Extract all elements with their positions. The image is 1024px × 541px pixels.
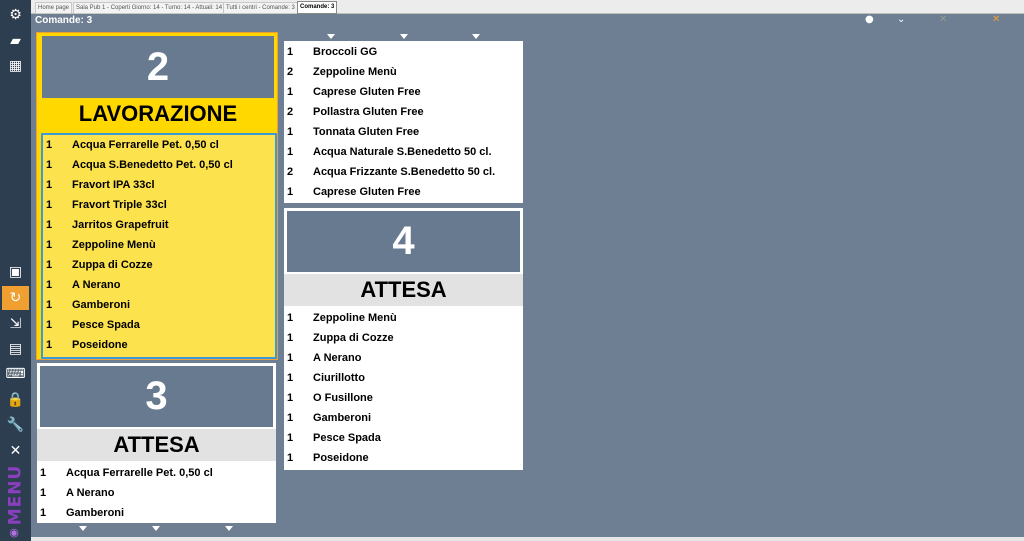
list-item[interactable]: 1 Fravort IPA 33cl xyxy=(43,175,275,195)
order-items: 1 Acqua Ferrarelle Pet. 0,50 cl 1A Nerano… xyxy=(37,463,276,523)
list-item[interactable]: 1 Gamberoni xyxy=(43,295,275,315)
order-number: 3 xyxy=(40,366,273,427)
list-item[interactable]: 2 Acqua Frizzante S.Benedetto 50 cl. xyxy=(284,162,523,182)
list-item[interactable]: 1 Gamberoni xyxy=(37,503,276,523)
tab-tutti-centri[interactable]: Tutti i centri - Comande: 3 xyxy=(223,2,298,14)
order-status: ATTESA xyxy=(284,274,523,306)
close-icon[interactable]: ✕ xyxy=(2,439,29,463)
calculator-icon[interactable]: ▤ xyxy=(2,337,29,361)
chevron-down-icon[interactable]: ⌄ xyxy=(897,14,905,25)
list-item[interactable]: 1 Acqua Ferrarelle Pet. 0,50 cl xyxy=(43,135,275,155)
list-item[interactable]: 1 Poseidone xyxy=(43,335,275,355)
menu-button[interactable]: MENU xyxy=(2,465,29,526)
order-items: 1 Acqua Ferrarelle Pet. 0,50 cl 1 Acqua S.… xyxy=(41,133,277,359)
tab-home[interactable]: Home page xyxy=(35,2,73,14)
order-number: 4 xyxy=(287,211,520,272)
refresh-icon[interactable]: ↻ xyxy=(2,286,29,310)
list-item[interactable]: 1A Nerano xyxy=(43,275,275,295)
fingerprint-icon[interactable]: ◉ xyxy=(7,527,21,539)
printer-icon[interactable]: ▰ xyxy=(2,29,29,53)
list-item[interactable]: 2 Pollastra Gluten Free xyxy=(284,102,523,122)
page-title: Comande: 3 xyxy=(35,15,93,26)
tab-sala-pub[interactable]: Sala Pub 1 - Coperti Giorno: 14 - Turno:… xyxy=(73,2,226,14)
list-item[interactable]: 1 Poseidone xyxy=(284,448,523,468)
list-item[interactable]: 1 Pesce Spada xyxy=(284,428,523,448)
scroll-down-arrow[interactable] xyxy=(79,526,87,531)
list-item[interactable]: 1 Zuppa di Cozze xyxy=(43,255,275,275)
scroll-up-arrow[interactable] xyxy=(400,34,408,39)
list-item[interactable]: 1 Zeppoline Menù xyxy=(284,308,523,328)
order-card-continued[interactable]: 1 Broccoli GG 2 Zeppoline Menù 1 Caprese Gl… xyxy=(284,41,523,203)
save-icon[interactable]: ▣ xyxy=(2,260,29,284)
wrench-icon[interactable]: 🔧 xyxy=(2,413,29,437)
sidebar: ⚙ ▰ ▦ ▣ ↻ ⇲ ▤ ⌨ 🔒 🔧 ✕ MENU ◉ xyxy=(0,0,31,541)
order-items: 1 Zeppoline Menù 1 Zuppa di Cozze 1A Neran… xyxy=(284,308,523,470)
list-item[interactable]: 1 Pesce Spada xyxy=(43,315,275,335)
list-item[interactable]: 1 Zeppoline Menù xyxy=(43,235,275,255)
list-item[interactable]: 1 Acqua Naturale S.Benedetto 50 cl. xyxy=(284,142,523,162)
keyboard-icon[interactable]: ⌨ xyxy=(2,362,29,386)
list-item[interactable]: 1A Nerano xyxy=(37,483,276,503)
order-number: 2 xyxy=(42,36,274,98)
list-item[interactable]: 2 Zeppoline Menù xyxy=(284,62,523,82)
list-item[interactable]: 1 Fravort Triple 33cl xyxy=(43,195,275,215)
list-item[interactable]: 1 Jarritos Grapefruit xyxy=(43,215,275,235)
order-card-3[interactable]: 3 ATTESA 1 Acqua Ferrarelle Pet. 0,50 cl … xyxy=(37,363,276,523)
list-item[interactable]: 1 Caprese Gluten Free xyxy=(284,82,523,102)
scroll-up-arrow[interactable] xyxy=(472,34,480,39)
close-icon[interactable]: ✕ xyxy=(992,14,1000,25)
list-item[interactable]: 1 Acqua S.Benedetto Pet. 0,50 cl xyxy=(43,155,275,175)
list-item[interactable]: 1 Ciurillotto xyxy=(284,368,523,388)
list-item[interactable]: 1A Nerano xyxy=(284,348,523,368)
scroll-down-arrow[interactable] xyxy=(225,526,233,531)
circle-icon[interactable]: ● xyxy=(865,14,874,25)
dashboard-icon[interactable]: ▦ xyxy=(2,54,29,78)
list-item[interactable]: 1 Gamberoni xyxy=(284,408,523,428)
order-card-4[interactable]: 4 ATTESA 1 Zeppoline Menù 1 Zuppa di Cozze… xyxy=(284,208,523,470)
lock-icon[interactable]: 🔒 xyxy=(2,388,29,412)
order-items: 1 Broccoli GG 2 Zeppoline Menù 1 Caprese Gl… xyxy=(284,42,523,202)
list-item[interactable]: 1 Broccoli GG xyxy=(284,42,523,62)
export-icon[interactable]: ⇲ xyxy=(2,312,29,336)
list-item[interactable]: 1 Zuppa di Cozze xyxy=(284,328,523,348)
order-status: ATTESA xyxy=(37,429,276,461)
tab-comande[interactable]: Comande: 3 xyxy=(297,1,338,14)
list-item[interactable]: 1 Acqua Ferrarelle Pet. 0,50 cl xyxy=(37,463,276,483)
order-status: LAVORAZIONE xyxy=(78,101,238,126)
status-strip xyxy=(31,537,1024,541)
list-item[interactable]: 1 Caprese Gluten Free xyxy=(284,182,523,202)
list-item[interactable]: 1O Fusillone xyxy=(284,388,523,408)
settings-icon[interactable]: ⚙ xyxy=(2,3,29,27)
scroll-down-arrow[interactable] xyxy=(152,526,160,531)
tab-bar: Home page Sala Pub 1 - Coperti Giorno: 1… xyxy=(31,0,1024,14)
menu-label: MENU xyxy=(5,464,26,526)
scroll-up-arrow[interactable] xyxy=(327,34,335,39)
order-card-2[interactable]: 2 LAVORAZIONE 1 Acqua Ferrarelle Pet. 0,5… xyxy=(36,32,278,360)
no-sound-icon[interactable]: ✕ xyxy=(939,14,947,25)
list-item[interactable]: 1 Tonnata Gluten Free xyxy=(284,122,523,142)
